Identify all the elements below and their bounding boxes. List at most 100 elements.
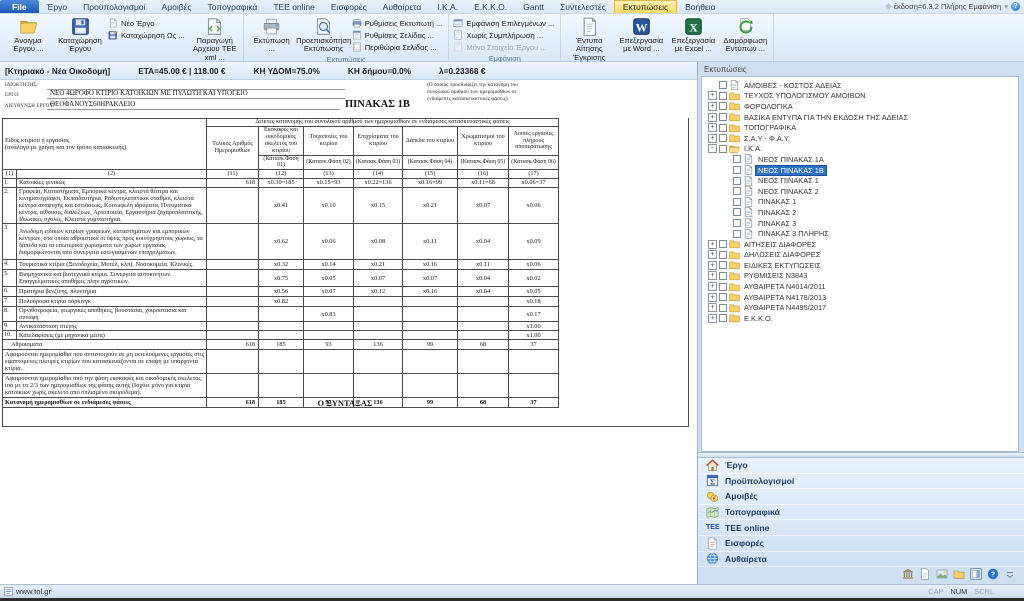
ribbon-button[interactable]: Άνοιγμα Έργου ... xyxy=(2,15,54,62)
expand-icon[interactable]: + xyxy=(708,303,717,312)
ribbon-button[interactable]: Ρυθμίσεις Εκτυπωτή ... xyxy=(350,17,447,29)
tree-checkbox[interactable] xyxy=(733,166,741,174)
collapse-icon[interactable]: − xyxy=(708,144,717,153)
nav-item-tee-online[interactable]: TEETEE online xyxy=(698,520,1024,536)
more-icon[interactable] xyxy=(1004,568,1016,580)
tree-checkbox[interactable] xyxy=(733,177,741,185)
tree-checkbox[interactable] xyxy=(719,304,727,312)
tree-item[interactable]: +ΑΥΘΑΙΡΕΤΑ N4014/2011 xyxy=(702,281,1018,292)
nav-item-εισφορές[interactable]: Εισφορές xyxy=(698,536,1024,552)
ribbon-button[interactable]: Προεπισκόπηση Εκτύπωσης xyxy=(298,15,350,54)
tree-item[interactable]: −Ι.Κ.Α. xyxy=(702,144,1018,155)
image-icon[interactable] xyxy=(936,568,948,580)
tree-checkbox[interactable] xyxy=(733,155,741,163)
tab-συντελεστές[interactable]: Συντελεστές xyxy=(552,0,614,13)
bank-icon[interactable] xyxy=(902,568,914,580)
tree-item[interactable]: +ΔΗΛΩΣΕΙΣ ΔΙΑΦΟΡΕΣ xyxy=(702,250,1018,261)
tab-προϋπολογισμοί[interactable]: Προϋπολογισμοί xyxy=(75,0,153,13)
help-icon[interactable]: ? xyxy=(987,568,999,580)
tree-item[interactable]: +ΑΥΘΑΙΡΕΤΑ N4495/2017 xyxy=(702,302,1018,313)
tree-item[interactable]: ΝΕΟΣ ΠΙΝΑΚΑΣ 2 xyxy=(702,186,1018,197)
tree-item[interactable]: ΠΙΝΑΚΑΣ 3 xyxy=(702,218,1018,229)
minimize-ribbon-icon[interactable]: ▾ xyxy=(1004,2,1008,11)
tree-item[interactable]: +ΒΑΣΙΚΑ ΕΝΤΥΠΑ ΓΙΑ ΤΗΝ ΕΚΔΟΣΗ ΤΗΣ ΑΔΕΙΑΣ xyxy=(702,112,1018,123)
tree-item[interactable]: ΝΕΟΣ ΠΙΝΑΚΑΣ 1Β xyxy=(702,165,1018,176)
tree-checkbox[interactable] xyxy=(719,261,727,269)
tree-checkbox[interactable] xyxy=(733,219,741,227)
doc-icon[interactable] xyxy=(919,568,931,580)
ribbon-button[interactable]: Παραγωγή Αρχείου TEE xml ... xyxy=(189,15,241,62)
tab-εισφορές[interactable]: Εισφορές xyxy=(323,0,375,13)
tab-ι-κ-α-[interactable]: Ι.Κ.Α. xyxy=(429,0,466,13)
tree-checkbox[interactable] xyxy=(733,230,741,238)
expand-icon[interactable]: + xyxy=(708,240,717,249)
expand-icon[interactable]: + xyxy=(708,123,717,132)
tab-gantt[interactable]: Gantt xyxy=(515,0,552,13)
tab-τοπογραφικά[interactable]: Τοπογραφικά xyxy=(200,0,266,13)
ribbon-button[interactable]: Χωρίς Συμπλήρωση ... xyxy=(451,29,558,41)
tree-item[interactable]: ΠΙΝΑΚΑΣ 2 xyxy=(702,207,1018,218)
tree-checkbox[interactable] xyxy=(719,113,727,121)
nav-item-τοπογραφικά[interactable]: Τοπογραφικά xyxy=(698,505,1024,521)
ribbon-button[interactable]: Νέο Έργο xyxy=(106,17,189,29)
tab-βοήθεια[interactable]: Βοήθεια xyxy=(677,0,723,13)
nav-item-προϋπολογισμοί[interactable]: ΣΠροϋπολογισμοί xyxy=(698,474,1024,490)
tab-file[interactable]: File xyxy=(0,0,39,13)
tree-checkbox[interactable] xyxy=(733,208,741,216)
tab-αμοιβές[interactable]: Αμοιβές xyxy=(154,0,200,13)
tree-checkbox[interactable] xyxy=(719,251,727,259)
help-icon[interactable]: ? xyxy=(1011,2,1020,11)
tree-item[interactable]: +ΑΙΤΗΣΕΙΣ ΔΙΑΦΟΡΕΣ xyxy=(702,239,1018,250)
tree-item[interactable]: ΠΙΝΑΚΑΣ 1 xyxy=(702,197,1018,208)
tree-checkbox[interactable] xyxy=(719,293,727,301)
tree-item[interactable]: +ΑΥΘΑΙΡΕΤΑ N4178/2013 xyxy=(702,292,1018,303)
tree-checkbox[interactable] xyxy=(719,314,727,322)
tree-checkbox[interactable] xyxy=(719,134,727,142)
tab-tee-online[interactable]: TEE online xyxy=(265,0,323,13)
tab-εκτυπώσεις[interactable]: Εκτυπώσεις xyxy=(614,0,677,13)
expand-icon[interactable]: + xyxy=(708,134,717,143)
tab-αυθαίρετα[interactable]: Αυθαίρετα xyxy=(375,0,430,13)
tree-item[interactable]: ΝΕΟΣ ΠΙΝΑΚΑΣ 1Α xyxy=(702,154,1018,165)
tree-item[interactable]: +ΤΕΥΧΟΣ ΥΠΟΛΟΓΙΣΜΟΥ ΑΜΟΙΒΩΝ xyxy=(702,91,1018,102)
nav-item-αμοιβές[interactable]: €Αμοιβές xyxy=(698,489,1024,505)
tree-checkbox[interactable] xyxy=(719,124,727,132)
tree-item[interactable]: +ΕΙΔΙΚΕΣ ΕΚΤΥΠΩΣΕΙΣ xyxy=(702,260,1018,271)
nav-item-έργο[interactable]: Έργο xyxy=(698,458,1024,474)
expand-icon[interactable]: + xyxy=(708,113,717,122)
tree-item[interactable]: +ΤΟΠΟΓΡΑΦΙΚΑ xyxy=(702,122,1018,133)
tree-item[interactable]: +Σ.Α.Υ - Φ.Α.Υ. xyxy=(702,133,1018,144)
tree-checkbox[interactable] xyxy=(719,240,727,248)
tree-checkbox[interactable] xyxy=(719,92,727,100)
expand-icon[interactable]: + xyxy=(708,293,717,302)
expand-icon[interactable]: + xyxy=(708,261,717,270)
expand-icon[interactable]: + xyxy=(708,91,717,100)
tree-checkbox[interactable] xyxy=(719,81,727,89)
tree-item[interactable]: ΠΙΝΑΚΑΣ 3 ΠΛΗΡΗΣ xyxy=(702,228,1018,239)
tree-item[interactable]: +ΡΥΘΜΙΣΕΙΣ N3843 xyxy=(702,271,1018,282)
folder-icon[interactable] xyxy=(953,568,965,580)
tree-checkbox[interactable] xyxy=(719,283,727,291)
expand-icon[interactable]: + xyxy=(708,282,717,291)
nav-item-αυθαίρετα[interactable]: Αυθαίρετα xyxy=(698,552,1024,568)
ribbon-button[interactable]: Εκτύπωση ... xyxy=(246,15,298,54)
ribbon-button[interactable]: Περιθώρια Σελίδας ... xyxy=(350,41,447,53)
tree-item[interactable]: +ΦΟΡΟΛΟΓΙΚΑ xyxy=(702,101,1018,112)
status-url-area[interactable]: www.tol.gr xyxy=(4,587,51,596)
expand-icon[interactable]: + xyxy=(708,250,717,259)
ribbon-button[interactable]: Εμφάνιση Επιλεγμένων ... xyxy=(451,17,558,29)
tree-item[interactable]: ΑΜΟΙΒΕΣ - ΚΟΣΤΟΣ ΑΔΕΙΑΣ xyxy=(702,80,1018,91)
expand-icon[interactable]: + xyxy=(708,102,717,111)
tab-ε-κ-κ-ο-[interactable]: Ε.Κ.Κ.Ο. xyxy=(466,0,515,13)
tree-checkbox[interactable] xyxy=(719,102,727,110)
panel-icon[interactable] xyxy=(970,568,982,580)
expand-icon[interactable]: + xyxy=(708,271,717,280)
tree-checkbox[interactable] xyxy=(733,198,741,206)
tab-έργο[interactable]: Έργο xyxy=(39,0,75,13)
tree-item[interactable]: ΝΕΟΣ ΠΙΝΑΚΑΣ 1 xyxy=(702,175,1018,186)
tree-checkbox[interactable] xyxy=(733,187,741,195)
ribbon-button[interactable]: Καταχώρηση Ως ... xyxy=(106,29,189,41)
tree-checkbox[interactable] xyxy=(719,272,727,280)
tree-item[interactable]: +Ε.Κ.Κ.Ο. xyxy=(702,313,1018,324)
expand-icon[interactable]: + xyxy=(708,314,717,323)
